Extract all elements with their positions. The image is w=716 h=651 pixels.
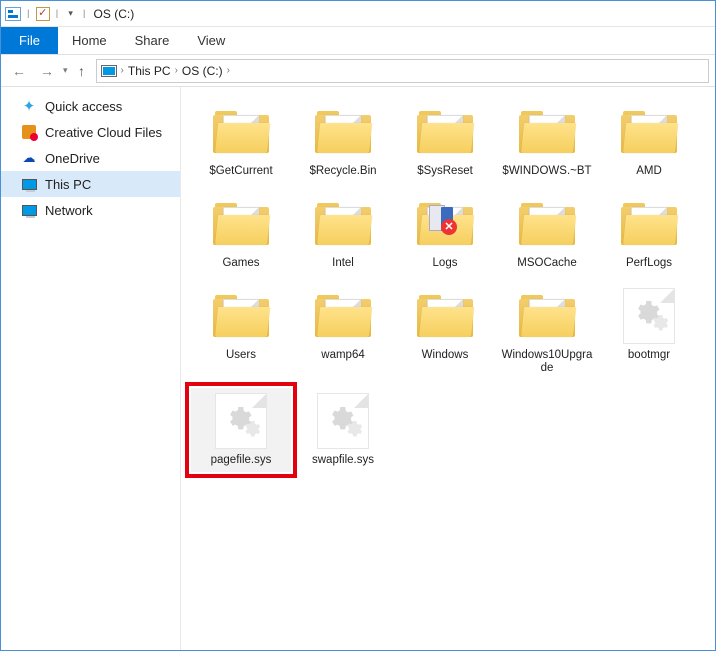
breadcrumb-segment[interactable]: This PC	[128, 64, 171, 78]
this-pc-icon	[21, 176, 37, 192]
chevron-right-icon[interactable]: ›	[227, 65, 230, 76]
address-bar: ← → ▾ ↑ › This PC › OS (C:) ›	[1, 55, 715, 87]
item-label: $Recycle.Bin	[309, 165, 376, 179]
sidebar-item-label: This PC	[45, 177, 91, 192]
system-file-icon	[207, 392, 275, 450]
onedrive-icon: ☁	[21, 150, 37, 166]
sidebar-item-creative-cloud[interactable]: Creative Cloud Files	[1, 119, 180, 145]
folder-icon	[513, 287, 581, 345]
tab-home[interactable]: Home	[58, 27, 121, 54]
folder-icon	[615, 103, 683, 161]
up-button[interactable]: ↑	[72, 63, 92, 79]
folder-icon	[513, 103, 581, 161]
tab-share[interactable]: Share	[121, 27, 184, 54]
ribbon-menu: File Home Share View	[1, 27, 715, 55]
item-label: PerfLogs	[626, 257, 672, 271]
item-label: $WINDOWS.~BT	[502, 165, 591, 179]
item-label: MSOCache	[517, 257, 576, 271]
breadcrumb[interactable]: › This PC › OS (C:) ›	[96, 59, 709, 83]
folder-item[interactable]: Intel	[293, 191, 393, 275]
item-label: Intel	[332, 257, 354, 271]
folder-item[interactable]: Games	[191, 191, 291, 275]
file-menu-button[interactable]: File	[1, 27, 58, 54]
folder-item[interactable]: PerfLogs	[599, 191, 699, 275]
folder-item[interactable]: ✕ Logs	[395, 191, 495, 275]
separator: l	[25, 7, 32, 21]
chevron-right-icon[interactable]: ›	[121, 65, 124, 76]
folder-icon	[513, 195, 581, 253]
window-title: OS (C:)	[92, 7, 135, 21]
folder-icon	[411, 103, 479, 161]
sidebar-item-label: Creative Cloud Files	[45, 125, 162, 140]
folder-item[interactable]: $GetCurrent	[191, 99, 291, 183]
item-label: Windows	[422, 349, 469, 363]
app-icon	[5, 7, 21, 21]
this-pc-icon	[101, 65, 117, 77]
history-dropdown-icon[interactable]: ▾	[63, 65, 68, 76]
network-icon	[21, 202, 37, 218]
folder-icon	[309, 103, 377, 161]
folder-item[interactable]: AMD	[599, 99, 699, 183]
folder-item[interactable]: $WINDOWS.~BT	[497, 99, 597, 183]
sidebar-item-this-pc[interactable]: This PC	[1, 171, 180, 197]
file-list[interactable]: $GetCurrent $Recycle.Bin $SysReset $WINDOWS…	[181, 87, 715, 650]
folder-icon	[207, 103, 275, 161]
body: ✦ Quick access Creative Cloud Files ☁ On…	[1, 87, 715, 650]
item-label: AMD	[636, 165, 662, 179]
chevron-right-icon[interactable]: ›	[175, 65, 178, 76]
folder-icon	[309, 195, 377, 253]
folder-icon	[207, 195, 275, 253]
qat-dropdown-icon[interactable]: ▾	[64, 8, 77, 19]
file-item[interactable]: swapfile.sys	[293, 388, 393, 472]
folder-item[interactable]: $SysReset	[395, 99, 495, 183]
separator: l	[54, 7, 61, 21]
tab-view[interactable]: View	[183, 27, 239, 54]
separator: l	[81, 7, 88, 21]
sidebar-item-label: Network	[45, 203, 93, 218]
explorer-window: l ✓ l ▾ l OS (C:) File Home Share View ←…	[0, 0, 716, 651]
title-bar: l ✓ l ▾ l OS (C:)	[1, 1, 715, 27]
sidebar-item-network[interactable]: Network	[1, 197, 180, 223]
back-button[interactable]: ←	[7, 63, 31, 79]
folder-icon: ✕	[411, 195, 479, 253]
sidebar-item-label: OneDrive	[45, 151, 100, 166]
folder-item[interactable]: Users	[191, 283, 291, 381]
file-item[interactable]: bootmgr	[599, 283, 699, 381]
item-label: wamp64	[321, 349, 364, 363]
folder-item[interactable]: wamp64	[293, 283, 393, 381]
item-label: swapfile.sys	[312, 454, 374, 468]
item-label: bootmgr	[628, 349, 670, 363]
system-file-icon	[309, 392, 377, 450]
item-label: Windows10Upgrade	[499, 349, 595, 377]
item-label: $SysReset	[417, 165, 473, 179]
file-item[interactable]: pagefile.sys	[191, 388, 291, 472]
sidebar-item-label: Quick access	[45, 99, 122, 114]
item-label: $GetCurrent	[209, 165, 272, 179]
forward-button[interactable]: →	[35, 63, 59, 79]
folder-icon	[309, 287, 377, 345]
folder-item[interactable]: Windows10Upgrade	[497, 283, 597, 381]
item-label: Games	[222, 257, 259, 271]
breadcrumb-segment[interactable]: OS (C:)	[182, 64, 223, 78]
item-label: Logs	[433, 257, 458, 271]
folder-item[interactable]: MSOCache	[497, 191, 597, 275]
item-label: pagefile.sys	[211, 454, 272, 468]
folder-item[interactable]: $Recycle.Bin	[293, 99, 393, 183]
system-file-icon	[615, 287, 683, 345]
properties-qat-icon[interactable]: ✓	[36, 7, 50, 21]
folder-icon	[207, 287, 275, 345]
folder-icon	[615, 195, 683, 253]
star-icon: ✦	[21, 98, 37, 114]
sidebar-item-onedrive[interactable]: ☁ OneDrive	[1, 145, 180, 171]
sidebar-item-quick-access[interactable]: ✦ Quick access	[1, 93, 180, 119]
item-label: Users	[226, 349, 256, 363]
creative-cloud-icon	[21, 124, 37, 140]
folder-icon	[411, 287, 479, 345]
folder-item[interactable]: Windows	[395, 283, 495, 381]
navigation-pane: ✦ Quick access Creative Cloud Files ☁ On…	[1, 87, 181, 650]
